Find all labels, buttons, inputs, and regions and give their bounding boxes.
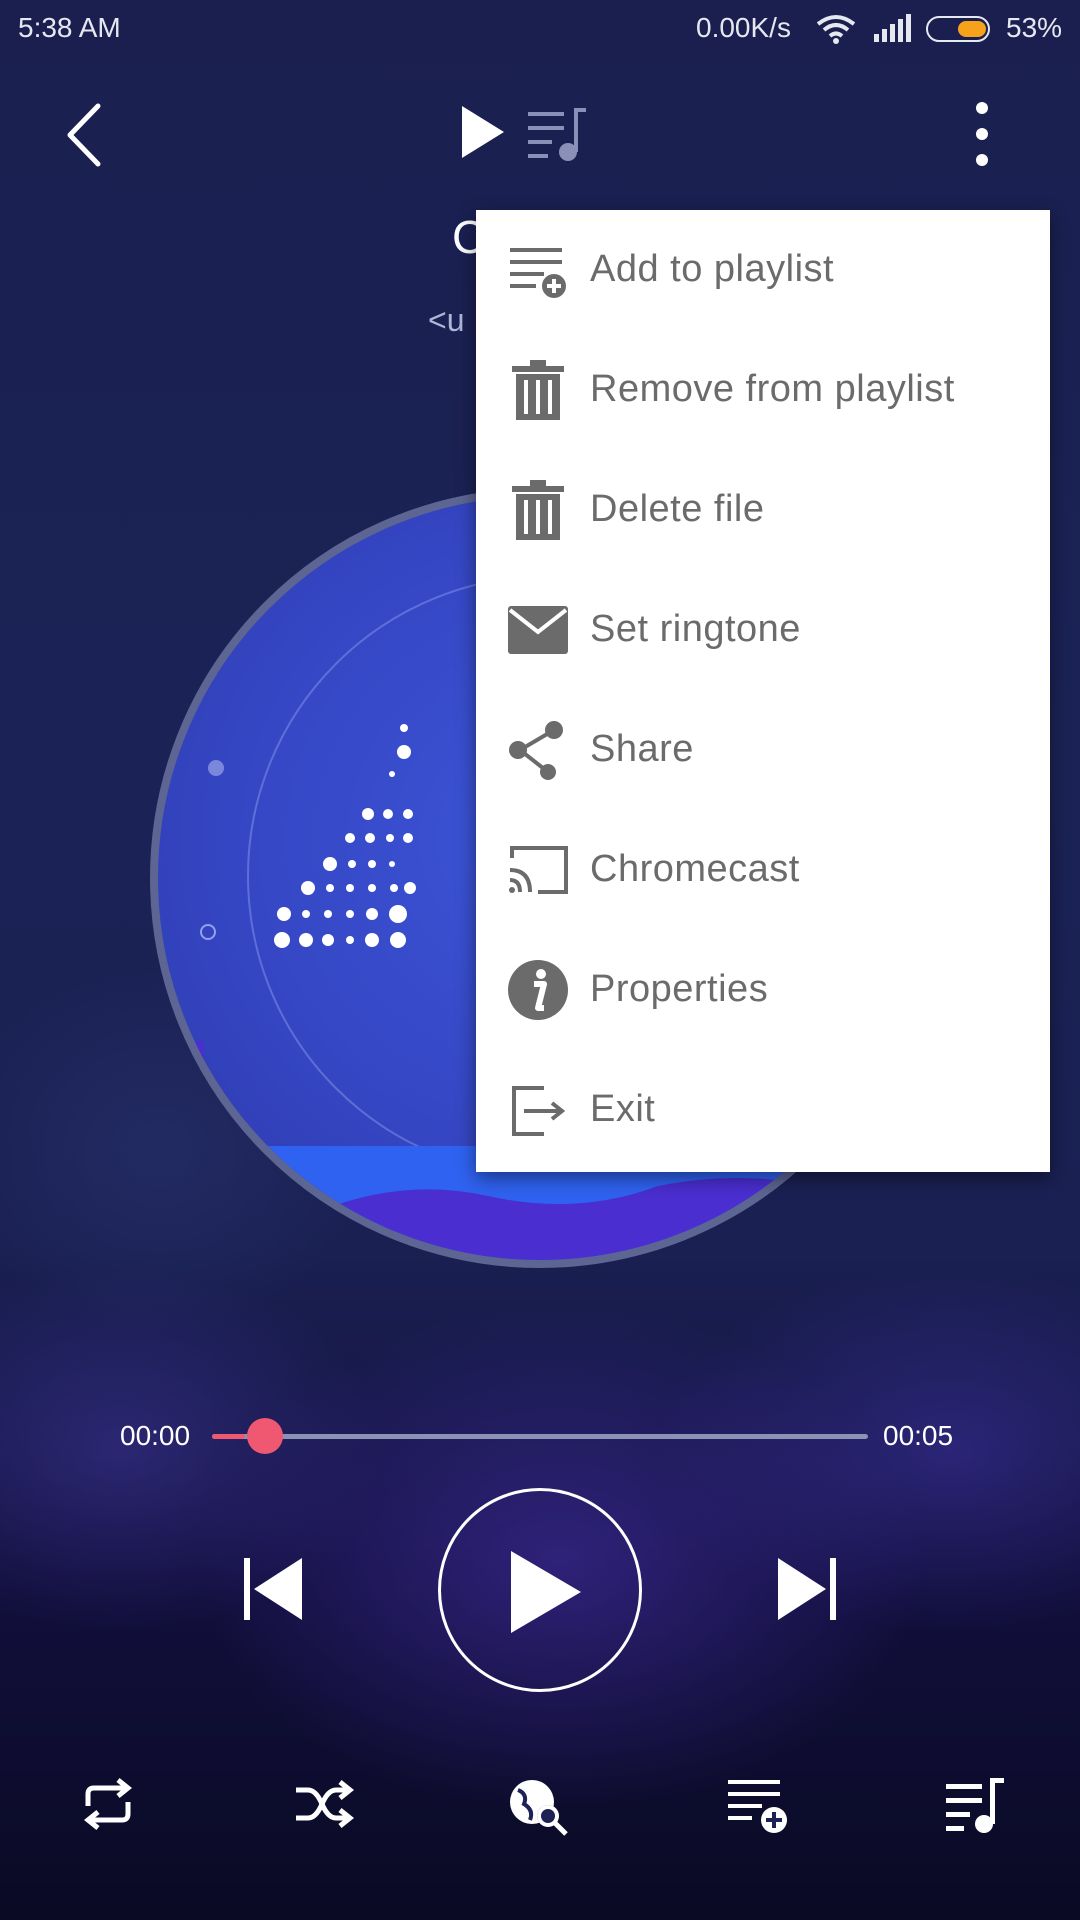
menu-item-label: Properties [590,968,769,1010]
total-time: 00:05 [883,1420,954,1451]
envelope-icon [508,606,568,654]
trash-icon [512,360,564,420]
menu-item-label: Set ringtone [590,608,801,650]
menu-item-properties[interactable]: Properties [476,930,1050,1050]
battery-percent: 53% [1006,12,1063,43]
playlist-add-icon [510,248,566,298]
share-icon [509,721,563,780]
previous-icon[interactable] [240,1556,306,1622]
seek-thumb[interactable] [246,1418,283,1454]
cast-icon [509,846,568,894]
trash-icon [512,480,564,540]
network-speed: 0.00K/s [696,12,791,43]
battery-icon [926,16,990,42]
exit-icon [512,1086,566,1136]
menu-item-label: Delete file [590,488,765,530]
back-arrow-icon[interactable] [60,100,110,170]
seek-bar[interactable] [212,1434,868,1439]
menu-item-label: Share [590,728,694,770]
status-time: 5:38 AM [18,12,121,43]
menu-item-label: Remove from playlist [590,368,955,410]
repeat-icon[interactable] [78,1776,138,1832]
signal-icon [874,14,911,42]
info-icon [508,960,568,1020]
menu-item-label: Chromecast [590,848,800,890]
next-icon[interactable] [774,1556,840,1622]
menu-item-set-ringtone[interactable]: Set ringtone [476,570,1050,690]
menu-item-share[interactable]: Share [476,690,1050,810]
more-vert-icon[interactable] [964,100,1000,170]
shuffle-icon[interactable] [294,1776,354,1832]
search-lyrics-icon[interactable] [508,1776,572,1836]
play-icon [511,1551,581,1633]
play-icon[interactable] [458,104,506,160]
menu-item-remove-from-playlist[interactable]: Remove from playlist [476,330,1050,450]
menu-item-chromecast[interactable]: Chromecast [476,810,1050,930]
menu-item-label: Add to playlist [590,248,835,290]
song-artist: <u [428,302,465,338]
queue-music-icon[interactable] [944,1776,1004,1834]
menu-item-label: Exit [590,1088,656,1130]
seek-bar-progress [212,1434,245,1439]
play-pause-button[interactable] [438,1488,642,1692]
current-time: 00:00 [120,1420,191,1451]
playlist-add-icon[interactable] [726,1776,788,1834]
status-bar: 5:38 AM 0.00K/s 53% [0,0,1080,60]
overflow-menu: Add to playlist Remove from playlist Del… [476,210,1050,1172]
menu-item-exit[interactable]: Exit [476,1050,1050,1170]
queue-music-icon[interactable] [526,106,586,162]
menu-item-add-to-playlist[interactable]: Add to playlist [476,210,1050,330]
wifi-icon [816,15,856,44]
menu-item-delete-file[interactable]: Delete file [476,450,1050,570]
